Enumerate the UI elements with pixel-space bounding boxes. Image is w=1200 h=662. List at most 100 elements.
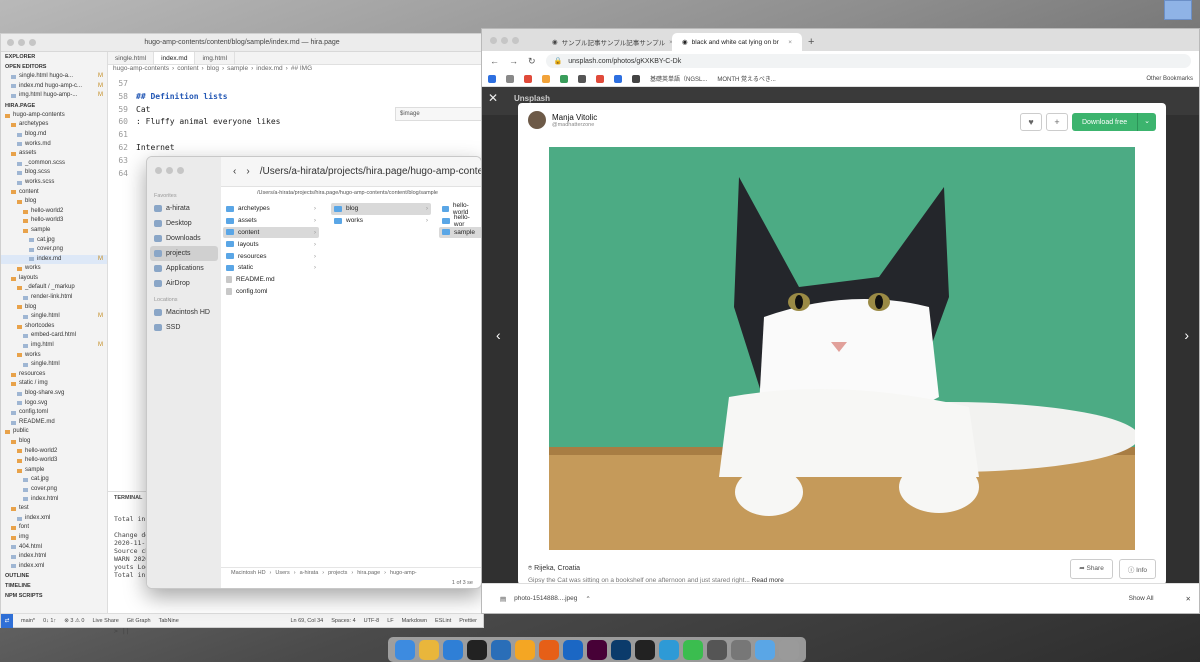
chevron-down-icon[interactable]: ⌄ bbox=[1137, 113, 1156, 131]
finder-item[interactable]: README.md bbox=[223, 274, 319, 286]
file-item[interactable]: blog.scss bbox=[1, 168, 107, 178]
sidebar-item[interactable]: Macintosh HD bbox=[147, 305, 221, 320]
finder-item[interactable]: static › bbox=[223, 262, 319, 274]
folder-item[interactable]: shortcodes bbox=[1, 322, 107, 332]
window-controls[interactable] bbox=[7, 39, 36, 46]
other-bookmarks[interactable]: Other Bookmarks bbox=[1146, 76, 1193, 82]
file-item[interactable]: img.html M bbox=[1, 341, 107, 351]
path-segment[interactable]: Users bbox=[275, 570, 289, 576]
editor-tab[interactable]: index.md bbox=[154, 52, 196, 64]
share-button[interactable]: ➦ Share bbox=[1070, 559, 1113, 579]
folder-item[interactable]: hello-world3 bbox=[1, 216, 107, 226]
path-segment[interactable]: projects bbox=[328, 570, 347, 576]
remote-icon[interactable]: ⇄ bbox=[1, 613, 13, 628]
folder-item[interactable]: hello-world2 bbox=[1, 447, 107, 457]
branch-status[interactable]: main* bbox=[21, 618, 35, 624]
file-item[interactable]: embed-card.html bbox=[1, 331, 107, 341]
file-item[interactable]: index.html bbox=[1, 552, 107, 562]
breadcrumb-item[interactable]: hugo-amp-contents bbox=[113, 65, 169, 75]
folder-item[interactable]: static / img bbox=[1, 379, 107, 389]
breadcrumb-item[interactable]: blog bbox=[207, 65, 219, 75]
breadcrumb-item[interactable]: sample bbox=[227, 65, 248, 75]
workspace-header[interactable]: HIRA.PAGE bbox=[1, 101, 107, 111]
finder-item[interactable]: archetypes › bbox=[223, 203, 319, 215]
folder-item[interactable]: archetypes bbox=[1, 120, 107, 130]
tabnine-status[interactable]: TabNine bbox=[159, 618, 179, 624]
file-item[interactable]: cover.png bbox=[1, 485, 107, 495]
bookmark-item[interactable]: MONTH 覚えるべき... bbox=[717, 74, 775, 83]
bookmark-icon[interactable] bbox=[632, 74, 640, 83]
finder-item[interactable]: resources › bbox=[223, 250, 319, 262]
file-item[interactable]: index.md M bbox=[1, 254, 107, 265]
finder-window-controls[interactable] bbox=[155, 167, 184, 174]
photographer-info[interactable]: Manja Vitolic @madhatterzone bbox=[528, 111, 597, 129]
prettier-status[interactable]: Prettier bbox=[459, 618, 477, 624]
forward-arrow-icon[interactable]: → bbox=[509, 56, 518, 66]
like-button[interactable]: ♥ bbox=[1019, 113, 1042, 131]
path-segment[interactable]: hugo-amp- bbox=[390, 570, 417, 576]
breadcrumb-item[interactable]: index.md bbox=[256, 65, 282, 75]
folder-item[interactable]: sample bbox=[1, 226, 107, 236]
folder-item[interactable]: _default / _markup bbox=[1, 283, 107, 293]
bookmark-icon[interactable] bbox=[614, 74, 622, 83]
file-item[interactable]: index.xml bbox=[1, 514, 107, 524]
cat-photo[interactable] bbox=[549, 147, 1135, 550]
bookmark-icon[interactable] bbox=[524, 74, 532, 83]
bookmark-star-icon[interactable] bbox=[488, 74, 496, 83]
desktop-window-thumb[interactable] bbox=[1164, 0, 1192, 20]
folder-item[interactable]: sample bbox=[1, 466, 107, 476]
cursor-position[interactable]: Ln 69, Col 34 bbox=[290, 618, 323, 624]
finder-item[interactable]: blog › bbox=[331, 203, 431, 215]
sync-status[interactable]: 0↓ 1↑ bbox=[43, 618, 56, 624]
file-item[interactable]: index.xml bbox=[1, 562, 107, 572]
previous-photo-icon[interactable]: ‹ bbox=[496, 327, 501, 343]
avatar[interactable] bbox=[528, 111, 546, 129]
close-modal-icon[interactable]: ✕ bbox=[488, 91, 498, 105]
file-item[interactable]: _common.scss bbox=[1, 159, 107, 169]
dock-folder-icon[interactable] bbox=[755, 639, 775, 660]
file-item[interactable]: index.html bbox=[1, 495, 107, 505]
file-item[interactable]: cover.png bbox=[1, 245, 107, 255]
eol-status[interactable]: LF bbox=[387, 618, 393, 624]
file-item[interactable]: logo.svg bbox=[1, 399, 107, 409]
file-item[interactable]: works.md bbox=[1, 140, 107, 150]
folder-item[interactable]: font bbox=[1, 523, 107, 533]
dock-lightroom-icon[interactable] bbox=[611, 639, 631, 660]
folder-item[interactable]: works bbox=[1, 264, 107, 274]
file-item[interactable]: README.md bbox=[1, 418, 107, 428]
folder-item[interactable]: works bbox=[1, 351, 107, 361]
folder-item[interactable]: hugo-amp-contents bbox=[1, 111, 107, 121]
editor-tab[interactable]: img.html bbox=[195, 52, 236, 64]
folder-item[interactable]: public bbox=[1, 427, 107, 437]
dock-chrome-icon[interactable] bbox=[419, 639, 439, 660]
open-editors-header[interactable]: OPEN EDITORS bbox=[1, 62, 107, 72]
close-tab-icon[interactable]: × bbox=[788, 39, 792, 46]
dock-preview-icon[interactable] bbox=[707, 639, 727, 660]
file-item[interactable]: single.html bbox=[1, 360, 107, 370]
dock-sourcetree-icon[interactable] bbox=[491, 639, 511, 660]
dock-sketch-icon[interactable] bbox=[515, 639, 535, 660]
folder-item[interactable]: test bbox=[1, 504, 107, 514]
download-button[interactable]: Download free ⌄ bbox=[1071, 113, 1156, 131]
back-arrow-icon[interactable]: ← bbox=[490, 56, 499, 66]
back-icon[interactable]: ‹ bbox=[233, 166, 236, 177]
open-editor-item[interactable]: single.html hugo-a... M bbox=[1, 72, 107, 82]
finder-item[interactable]: layouts › bbox=[223, 238, 319, 250]
finder-item[interactable]: content › bbox=[223, 226, 319, 239]
chrome-window-controls[interactable] bbox=[490, 37, 519, 44]
dock-vs-code-icon[interactable] bbox=[443, 639, 463, 660]
breadcrumb-item[interactable]: ## IMG bbox=[291, 65, 312, 75]
bookmark-icon[interactable] bbox=[596, 74, 604, 83]
dock-screenshot-icon[interactable] bbox=[731, 639, 751, 660]
dock-line-icon[interactable] bbox=[683, 639, 703, 660]
folder-item[interactable]: hello-world2 bbox=[1, 207, 107, 217]
dock-xd-icon[interactable] bbox=[587, 639, 607, 660]
finder-item[interactable]: config.toml bbox=[223, 286, 319, 298]
browser-tab[interactable]: ◉ black and white cat lying on br × bbox=[672, 33, 802, 51]
bookmark-icon[interactable] bbox=[578, 74, 586, 83]
folder-item[interactable]: layouts bbox=[1, 274, 107, 284]
show-all-button[interactable]: Show All bbox=[1129, 595, 1154, 602]
browser-tab[interactable]: ◉サンプル記事サンプル記事サンプル× bbox=[542, 33, 672, 51]
folder-item[interactable]: resources bbox=[1, 370, 107, 380]
new-tab-icon[interactable]: + bbox=[802, 33, 820, 51]
